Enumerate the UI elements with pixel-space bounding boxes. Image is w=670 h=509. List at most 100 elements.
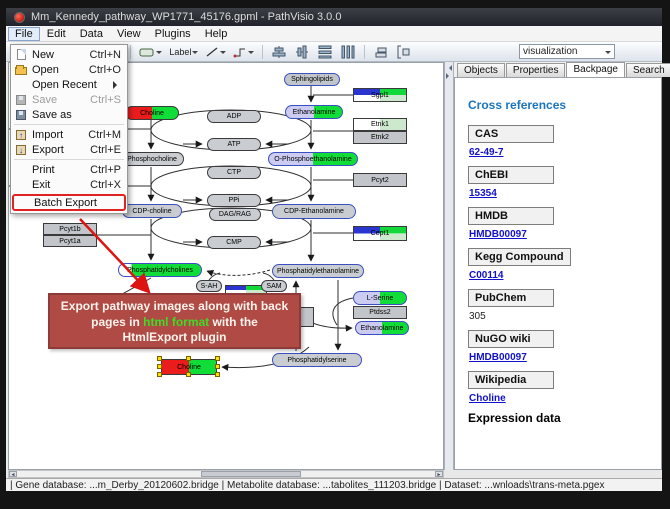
xref-section: ChEBI 15354 <box>468 165 661 199</box>
chevron-down-icon <box>605 51 611 57</box>
node-cdp-choline[interactable]: CDP-choline <box>122 204 182 218</box>
selection-handle[interactable] <box>215 364 220 369</box>
title-bar: Mm_Kennedy_pathway_WP1771_45176.gpml - P… <box>6 8 662 26</box>
submenu-arrow-icon <box>113 81 121 89</box>
scroll-right-icon[interactable]: ► <box>435 471 443 477</box>
menu-item-import[interactable]: ↑ ImportCtrl+M <box>12 127 126 142</box>
node-l-serine[interactable]: L-Serine <box>353 291 407 305</box>
tab-backpage[interactable]: Backpage <box>566 62 624 77</box>
node-pcyt2[interactable]: Pcyt2 <box>353 173 407 187</box>
app-window: Mm_Kennedy_pathway_WP1771_45176.gpml - P… <box>6 8 662 491</box>
tab-objects[interactable]: Objects <box>457 63 505 77</box>
menu-item-batch-export[interactable]: Batch Export <box>12 194 126 211</box>
menu-item-open-recent[interactable]: Open Recent <box>12 77 126 92</box>
node-pcyt1a[interactable]: Pcyt1a <box>43 235 97 247</box>
import-icon: ↑ <box>16 130 26 140</box>
selection-handle[interactable] <box>186 356 191 361</box>
tab-properties[interactable]: Properties <box>506 63 566 77</box>
xref-link-hmdb[interactable]: HMDB00097 <box>469 229 661 240</box>
xref-header-wikipedia: Wikipedia <box>468 371 554 389</box>
xref-link-chebi[interactable]: 15354 <box>469 188 661 199</box>
selection-handle[interactable] <box>186 372 191 377</box>
node-etnk2[interactable]: Etnk2 <box>353 131 407 144</box>
open-folder-icon <box>15 67 27 75</box>
node-phosphatidylserine[interactable]: Phosphatidylserine <box>272 353 362 367</box>
xref-header-cas: CAS <box>468 125 554 143</box>
xref-header-kegg: Kegg Compound <box>468 248 571 266</box>
node-ethanolamine[interactable]: Ethanolamine <box>285 105 343 119</box>
save-icon <box>16 95 26 105</box>
selection-handle[interactable] <box>157 356 162 361</box>
xref-link-wikipedia[interactable]: Choline <box>469 393 661 404</box>
node-etnk1[interactable]: Etnk1 <box>353 118 407 131</box>
node-sah[interactable]: S-AH <box>196 280 222 292</box>
side-panel: Objects Properties Backpage Search Legen… <box>454 62 662 470</box>
menu-view[interactable]: View <box>110 27 148 41</box>
node-cmp[interactable]: CMP <box>207 236 261 249</box>
node-choline[interactable]: Choline <box>125 106 179 120</box>
node-phosphatidylethanolamine[interactable]: Phosphatidylethanolamine <box>272 264 364 278</box>
menu-item-export[interactable]: ↓ ExportCtrl+E <box>12 142 126 157</box>
node-ppi[interactable]: PPi <box>207 194 261 207</box>
chevron-down-icon <box>248 51 254 57</box>
align-center-button[interactable] <box>269 44 289 60</box>
menu-plugins[interactable]: Plugins <box>148 27 198 41</box>
node-phosphatidylcholines[interactable]: Phosphatidylcholines <box>118 263 202 277</box>
menu-file[interactable]: File <box>8 27 40 41</box>
node-ethanolamine-2[interactable]: Ethanolamine <box>355 321 409 335</box>
xref-link-nugo[interactable]: HMDB00097 <box>469 352 661 363</box>
menu-item-exit[interactable]: ExitCtrl+X <box>12 177 126 192</box>
selection-handle[interactable] <box>157 372 162 377</box>
distribute-horizontal-button[interactable] <box>338 44 358 60</box>
node-cept1[interactable]: Cept1 <box>353 226 407 241</box>
group-button[interactable] <box>394 44 414 60</box>
xref-header-chebi: ChEBI <box>468 166 554 184</box>
node-phosphocholine[interactable]: Phosphocholine <box>120 152 184 166</box>
collapse-left-icon[interactable] <box>446 65 452 71</box>
xref-section: Wikipedia Choline <box>468 370 661 404</box>
node-adp[interactable]: ADP <box>207 110 261 123</box>
menu-item-save-as[interactable]: Save as <box>12 107 126 122</box>
panel-splitter[interactable] <box>444 62 454 470</box>
menu-item-print[interactable]: PrintCtrl+P <box>12 162 126 177</box>
align-middle-button[interactable] <box>292 44 312 60</box>
node-sphingolipids[interactable]: Sphingolipids <box>284 73 340 86</box>
scroll-left-icon[interactable]: ◄ <box>9 471 17 477</box>
node-atp[interactable]: ATP <box>207 138 261 151</box>
menu-item-open[interactable]: OpenCtrl+O <box>12 62 126 77</box>
menu-data[interactable]: Data <box>73 27 110 41</box>
selection-handle[interactable] <box>215 356 220 361</box>
menu-item-save[interactable]: SaveCtrl+S <box>12 92 126 107</box>
menu-edit[interactable]: Edit <box>40 27 73 41</box>
tab-search[interactable]: Search <box>626 63 670 77</box>
status-bar: | Gene database: ...m_Derby_20120602.bri… <box>6 478 662 491</box>
xref-link-kegg[interactable]: C00114 <box>469 270 661 281</box>
node-sgpl1[interactable]: Sgpl1 <box>353 88 407 102</box>
xref-section: Kegg Compound C00114 <box>468 247 661 281</box>
export-icon: ↓ <box>16 145 26 155</box>
datanode-tool-button[interactable] <box>137 45 164 59</box>
stack-button[interactable] <box>371 44 391 60</box>
collapse-right-icon[interactable] <box>446 73 452 79</box>
node-sam[interactable]: SAM <box>261 280 287 292</box>
distribute-vertical-button[interactable] <box>315 44 335 60</box>
line-tool-button[interactable] <box>203 45 228 59</box>
status-text: | Gene database: ...m_Derby_20120602.bri… <box>10 480 604 491</box>
node-o-phosphoethanolamine[interactable]: O-Phosphoethanolamine <box>268 152 358 166</box>
connector-tool-button[interactable] <box>231 45 256 59</box>
line-icon <box>205 46 219 58</box>
scroll-thumb[interactable] <box>201 471 301 477</box>
node-cdp-ethanolamine[interactable]: CDP-Ethanolamine <box>272 204 356 219</box>
node-pcyt1b[interactable]: Pcyt1b <box>43 223 97 235</box>
selection-handle[interactable] <box>215 372 220 377</box>
node-ctp[interactable]: CTP <box>207 166 261 179</box>
node-ptdss2[interactable]: Ptdss2 <box>353 306 407 319</box>
xref-link-cas[interactable]: 62-49-7 <box>469 147 661 158</box>
horizontal-scrollbar[interactable]: ◄ ► <box>8 470 444 478</box>
node-dag[interactable]: DAG/RAG <box>209 208 261 221</box>
selection-handle[interactable] <box>157 364 162 369</box>
menu-help[interactable]: Help <box>198 27 235 41</box>
menu-item-new[interactable]: NewCtrl+N <box>12 47 126 62</box>
visualization-combobox[interactable]: visualization <box>519 44 615 59</box>
label-tool-button[interactable]: Label <box>167 46 200 58</box>
